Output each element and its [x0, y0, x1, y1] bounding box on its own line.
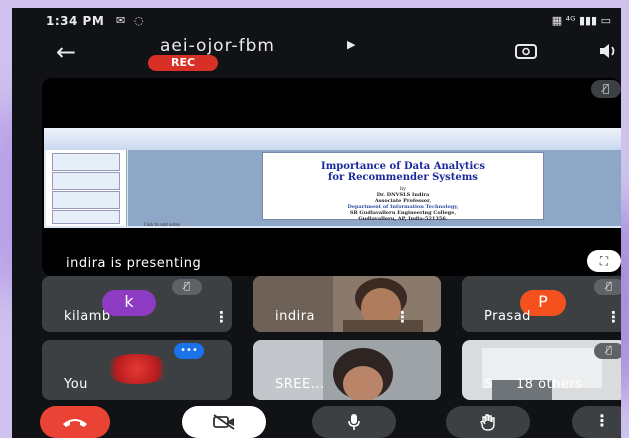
slide-thumbnail: [52, 191, 120, 209]
notification-icon: ◌: [134, 14, 144, 27]
speaker-icon[interactable]: [598, 42, 620, 65]
slide-thumbnail: [52, 153, 120, 171]
end-call-button[interactable]: [40, 406, 110, 438]
ppt-ribbon: [44, 128, 621, 150]
others-count: 18 others: [516, 377, 583, 392]
more-options-icon[interactable]: ⋮: [214, 308, 229, 326]
slide-address: Gudlavalleru, AP, India-521356.: [358, 216, 448, 222]
slide: Importance of Data Analytics for Recomme…: [262, 152, 544, 222]
others-tile[interactable]: 🎙̸ S 18 others: [462, 340, 621, 400]
shared-screen: Importance of Data Analytics for Recomme…: [44, 128, 621, 228]
mic-off-icon: 🎙̸: [594, 279, 621, 295]
slide-canvas: Importance of Data Analytics for Recomme…: [128, 150, 621, 226]
presenting-label: indira is presenting: [66, 256, 202, 271]
presentation-view[interactable]: 🎙̸ Importance of Data Analytics for Reco…: [42, 78, 621, 276]
slide-title-1: Importance of Data Analytics: [321, 161, 485, 172]
back-arrow-icon[interactable]: ←: [56, 40, 76, 64]
slide-thumbnail: [52, 172, 120, 190]
participant-tile[interactable]: 🎙̸ P Prasad ⋮: [462, 276, 621, 332]
raise-hand-button[interactable]: [446, 406, 530, 438]
participant-name: S: [484, 377, 493, 392]
raise-hand-icon: [480, 413, 495, 431]
participant-name: You: [64, 377, 88, 392]
participant-tile[interactable]: indira ⋮: [253, 276, 441, 332]
more-options-icon[interactable]: ⋮: [395, 308, 410, 326]
microphone-button[interactable]: [312, 406, 396, 438]
slide-thumbnails: [46, 150, 127, 226]
mic-off-icon: 🎙̸: [591, 80, 621, 98]
participant-name: SREE...: [275, 377, 325, 392]
message-icon: ✉: [116, 14, 126, 27]
participant-name: indira: [275, 309, 316, 324]
slide-thumbnail: [52, 210, 120, 224]
status-indicators: ▦ ⁴ᴳ ▮▮▮ ▭: [551, 14, 611, 27]
switch-camera-icon[interactable]: [514, 42, 538, 65]
participant-tile[interactable]: 🎙̸ k kilamb ⋮: [42, 276, 232, 332]
status-bar: 1:34 PM ✉ ◌ ▦ ⁴ᴳ ▮▮▮ ▭: [12, 8, 621, 34]
status-time: 1:34 PM: [46, 14, 105, 28]
camera-toggle-button[interactable]: [182, 406, 266, 438]
participant-tile[interactable]: SREE...: [253, 340, 441, 400]
slide-title-2: for Recommender Systems: [328, 172, 478, 183]
self-tile[interactable]: ••• You: [42, 340, 232, 400]
end-call-icon: [63, 418, 87, 427]
recording-badge: REC: [148, 55, 218, 71]
notes-hint: Click to add notes: [144, 222, 180, 227]
meeting-title[interactable]: aei-ojor-fbm: [160, 36, 275, 56]
caret-right-icon[interactable]: ▶: [347, 38, 355, 51]
mic-off-icon: 🎙̸: [594, 343, 621, 359]
microphone-icon: [348, 413, 360, 430]
audio-level-icon: •••: [174, 343, 204, 359]
mic-off-icon: 🎙̸: [172, 279, 202, 295]
camera-off-icon: [213, 413, 235, 430]
more-options-button[interactable]: ⋮: [572, 406, 621, 438]
more-options-icon[interactable]: ⋮: [606, 308, 621, 326]
participant-name: Prasad: [484, 309, 531, 324]
phone-screen: 1:34 PM ✉ ◌ ▦ ⁴ᴳ ▮▮▮ ▭ ← aei-ojor-fbm ▶ …: [12, 8, 621, 438]
avatar: [102, 354, 172, 384]
fullscreen-icon[interactable]: ⛶: [587, 250, 621, 272]
participant-name: kilamb: [64, 309, 111, 324]
